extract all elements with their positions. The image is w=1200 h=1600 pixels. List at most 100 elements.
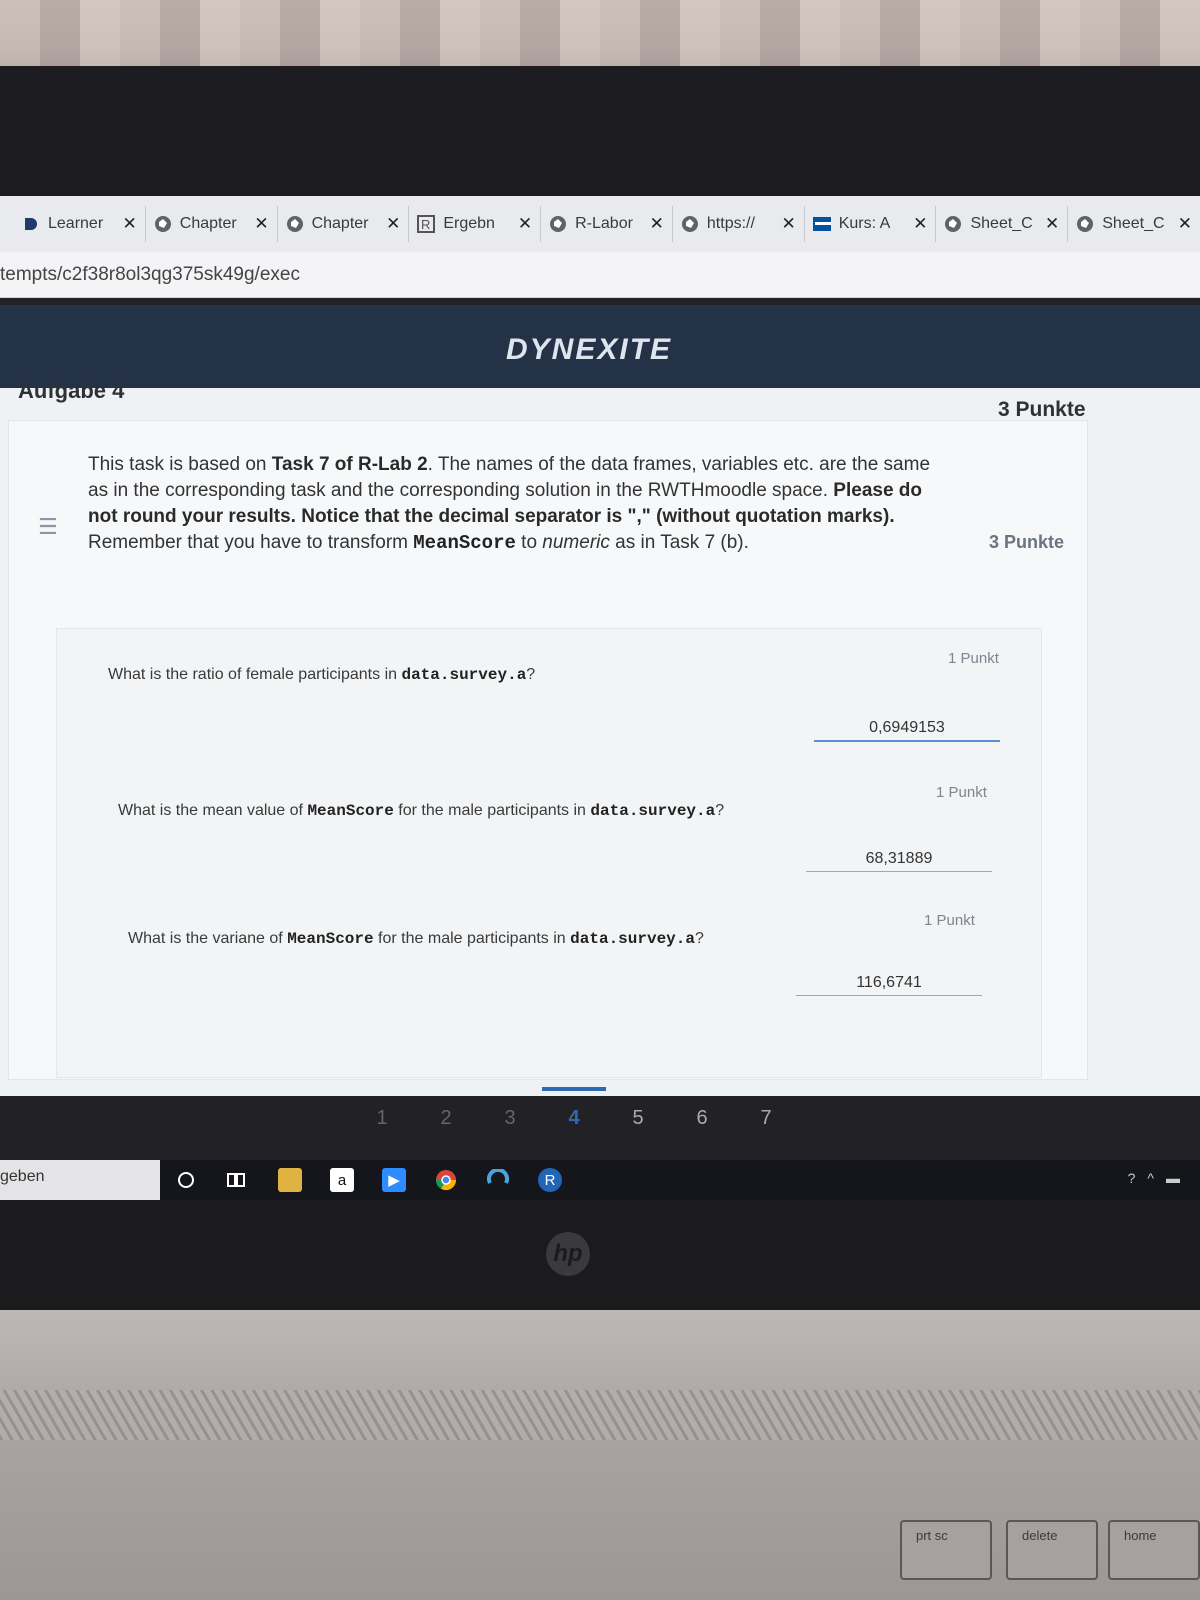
intro-text: This task is based on bbox=[88, 454, 272, 475]
tab-title: R-Labor bbox=[575, 215, 633, 232]
question-label: ? bbox=[715, 802, 725, 819]
page-link-7[interactable]: 7 bbox=[734, 1107, 798, 1130]
question-label: What is the mean value of bbox=[118, 802, 308, 819]
task-view-icon[interactable] bbox=[224, 1168, 248, 1192]
tab-title: Kurs: A bbox=[838, 215, 891, 232]
url-text: tempts/c2f38r8ol3qg375sk49g/exec bbox=[0, 264, 300, 285]
tab-title: Sheet_C bbox=[1102, 215, 1165, 232]
globe-icon bbox=[944, 215, 962, 233]
intro-text: to bbox=[515, 532, 543, 553]
page-link-6[interactable]: 6 bbox=[670, 1107, 734, 1130]
answer-input[interactable] bbox=[806, 846, 992, 872]
svg-text:R: R bbox=[421, 217, 430, 232]
answer-input[interactable] bbox=[814, 716, 1000, 742]
browser-tab[interactable]: R-Labor ✕ bbox=[541, 206, 673, 242]
answer-input[interactable] bbox=[796, 970, 982, 996]
page-link-3[interactable]: 3 bbox=[478, 1107, 542, 1130]
address-bar[interactable]: tempts/c2f38r8ol3qg375sk49g/exec bbox=[0, 252, 1200, 298]
rwth-icon bbox=[812, 215, 831, 233]
zoom-icon[interactable]: ▶ bbox=[382, 1168, 406, 1192]
battery-icon[interactable]: ▬ bbox=[1166, 1170, 1180, 1186]
speaker-grille bbox=[0, 1390, 1200, 1440]
question-points: 1 Punkt bbox=[936, 784, 987, 801]
close-icon[interactable]: ✕ bbox=[518, 214, 532, 234]
intro-text: Remember that you have to transform bbox=[88, 532, 414, 553]
page-link-2[interactable]: 2 bbox=[414, 1107, 478, 1130]
key-prtsc[interactable]: prt sc bbox=[900, 1520, 992, 1580]
browser-tab[interactable]: R Ergebn ✕ bbox=[409, 206, 542, 242]
subtask-points: 3 Punkte bbox=[989, 532, 1065, 552]
search-text: geben bbox=[0, 1168, 45, 1185]
r-icon[interactable]: R bbox=[538, 1168, 562, 1192]
app-header: DYNEXITE bbox=[0, 305, 1200, 395]
close-icon[interactable]: ✕ bbox=[650, 214, 664, 234]
browser-tab[interactable]: Sheet_C ✕ bbox=[936, 206, 1069, 242]
chevron-up-icon[interactable]: ^ bbox=[1147, 1170, 1154, 1186]
close-icon[interactable]: ✕ bbox=[254, 214, 268, 234]
close-icon[interactable]: ✕ bbox=[386, 214, 400, 234]
key-delete[interactable]: delete bbox=[1006, 1520, 1098, 1580]
globe-icon bbox=[154, 215, 172, 233]
edge-icon[interactable] bbox=[486, 1168, 510, 1192]
list-icon[interactable]: ☰ bbox=[38, 514, 58, 540]
hp-logo: hp bbox=[546, 1232, 590, 1276]
task-title: Aufgabe 4 bbox=[18, 378, 125, 403]
search-box[interactable]: geben bbox=[0, 1160, 160, 1200]
tab-title: Chapter bbox=[179, 215, 237, 232]
r-icon: R bbox=[417, 215, 436, 233]
task-pagination: 1 2 3 4 5 6 7 bbox=[350, 1086, 800, 1136]
close-icon[interactable]: ✕ bbox=[1045, 214, 1059, 234]
tab-title: Ergebn bbox=[443, 215, 495, 232]
question-code: data.survey.a bbox=[570, 930, 695, 948]
cortana-icon[interactable] bbox=[174, 1168, 198, 1192]
browser-tab[interactable]: https:// ✕ bbox=[673, 206, 805, 242]
close-icon[interactable]: ✕ bbox=[123, 214, 137, 234]
question-label: for the male participants in bbox=[373, 930, 571, 947]
key-home[interactable]: home bbox=[1108, 1520, 1200, 1580]
app-logo: DYNEXITE bbox=[506, 333, 673, 366]
chrome-icon[interactable] bbox=[434, 1168, 458, 1192]
page-link-1[interactable]: 1 bbox=[350, 1107, 414, 1130]
close-icon[interactable]: ✕ bbox=[1178, 214, 1192, 234]
folder-icon[interactable] bbox=[278, 1168, 302, 1192]
question-text: What is the ratio of female participants… bbox=[108, 666, 535, 684]
laptop-hinge bbox=[0, 1200, 1200, 1310]
intro-emphasis: numeric bbox=[542, 532, 610, 553]
tab-title: Chapter bbox=[311, 215, 369, 232]
browser-tab[interactable]: Sheet_C ✕ bbox=[1068, 206, 1200, 242]
question-points: 1 Punkt bbox=[948, 650, 999, 667]
page-link-4[interactable]: 4 bbox=[542, 1086, 606, 1130]
browser-tab[interactable]: Learner ✕ bbox=[14, 206, 146, 242]
help-icon[interactable]: ? bbox=[1128, 1170, 1136, 1186]
close-icon[interactable]: ✕ bbox=[913, 214, 927, 234]
intro-bold: Task 7 of R-Lab 2 bbox=[271, 454, 428, 475]
question-label: What is the ratio of female participants… bbox=[108, 666, 402, 683]
globe-icon bbox=[549, 215, 567, 233]
tab-title: Learner bbox=[48, 215, 104, 232]
question-label: What is the variane of bbox=[128, 930, 288, 947]
question-text: What is the mean value of MeanScore for … bbox=[118, 802, 724, 820]
task-description: This task is based on Task 7 of R-Lab 2.… bbox=[88, 452, 948, 556]
system-tray: ? ^ ▬ bbox=[1128, 1170, 1180, 1186]
question-code: data.survey.a bbox=[590, 802, 716, 820]
dynexite-icon bbox=[22, 215, 40, 233]
question-code: data.survey.a bbox=[401, 666, 527, 684]
intro-code: MeanScore bbox=[413, 532, 516, 554]
close-icon[interactable]: ✕ bbox=[781, 214, 795, 234]
globe-icon bbox=[681, 215, 699, 233]
browser-tab-strip: Learner ✕ Chapter ✕ Chapter ✕ R Ergebn ✕… bbox=[0, 196, 1200, 252]
question-label: ? bbox=[526, 666, 536, 683]
page-link-5[interactable]: 5 bbox=[606, 1107, 670, 1130]
question-label: for the male participants in bbox=[393, 802, 591, 819]
question-points: 1 Punkt bbox=[924, 912, 975, 929]
browser-tab[interactable]: Chapter ✕ bbox=[146, 206, 278, 242]
question-text: What is the variane of MeanScore for the… bbox=[128, 930, 704, 948]
browser-tab[interactable]: Kurs: A ✕ bbox=[805, 206, 937, 242]
windows-taskbar: geben a ▶ R ? ^ ▬ bbox=[0, 1160, 1200, 1200]
tab-title: Sheet_C bbox=[970, 215, 1033, 232]
amazon-icon[interactable]: a bbox=[330, 1168, 354, 1192]
globe-icon bbox=[286, 215, 304, 233]
intro-text: as in Task 7 (b). bbox=[609, 532, 749, 553]
globe-icon bbox=[1076, 215, 1094, 233]
browser-tab[interactable]: Chapter ✕ bbox=[278, 206, 410, 242]
